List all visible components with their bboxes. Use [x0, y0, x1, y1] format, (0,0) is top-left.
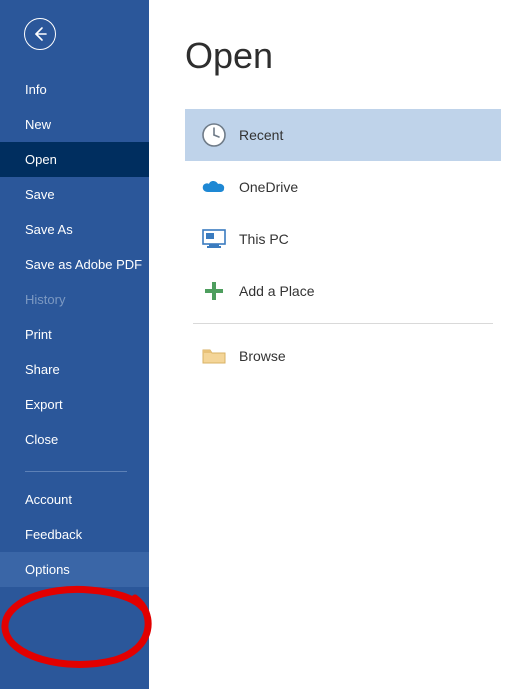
location-divider: [193, 323, 493, 324]
sidebar-item-save[interactable]: Save: [0, 177, 149, 212]
back-arrow-icon: [32, 26, 48, 42]
sidebar-item-share[interactable]: Share: [0, 352, 149, 387]
sidebar-item-close[interactable]: Close: [0, 422, 149, 457]
sidebar-item-open[interactable]: Open: [0, 142, 149, 177]
backstage-sidebar: Info New Open Save Save As Save as Adobe…: [0, 0, 149, 689]
open-locations-list: Recent OneDrive: [185, 109, 501, 382]
location-onedrive[interactable]: OneDrive: [185, 161, 501, 213]
recent-icon: [193, 122, 235, 148]
computer-icon: [193, 228, 235, 250]
location-label: This PC: [239, 231, 289, 247]
location-this-pc[interactable]: This PC: [185, 213, 501, 265]
sidebar-item-feedback[interactable]: Feedback: [0, 517, 149, 552]
folder-icon: [193, 346, 235, 366]
sidebar-divider: [25, 471, 127, 472]
location-label: Add a Place: [239, 283, 315, 299]
location-browse[interactable]: Browse: [185, 330, 501, 382]
sidebar-item-history: History: [0, 282, 149, 317]
page-title: Open: [185, 35, 519, 77]
sidebar-item-save-as-adobe-pdf[interactable]: Save as Adobe PDF: [0, 247, 149, 282]
sidebar-item-save-as[interactable]: Save As: [0, 212, 149, 247]
main-panel: Open Recent OneDrive: [149, 0, 519, 689]
location-label: Recent: [239, 127, 283, 143]
sidebar-item-info[interactable]: Info: [0, 72, 149, 107]
sidebar-item-options[interactable]: Options: [0, 552, 149, 587]
sidebar-item-account[interactable]: Account: [0, 482, 149, 517]
location-label: Browse: [239, 348, 286, 364]
sidebar-item-print[interactable]: Print: [0, 317, 149, 352]
sidebar-item-new[interactable]: New: [0, 107, 149, 142]
add-place-icon: [193, 280, 235, 302]
location-recent[interactable]: Recent: [185, 109, 501, 161]
location-label: OneDrive: [239, 179, 298, 195]
location-add-place[interactable]: Add a Place: [185, 265, 501, 317]
back-button[interactable]: [24, 18, 56, 50]
sidebar-item-export[interactable]: Export: [0, 387, 149, 422]
onedrive-icon: [193, 178, 235, 196]
